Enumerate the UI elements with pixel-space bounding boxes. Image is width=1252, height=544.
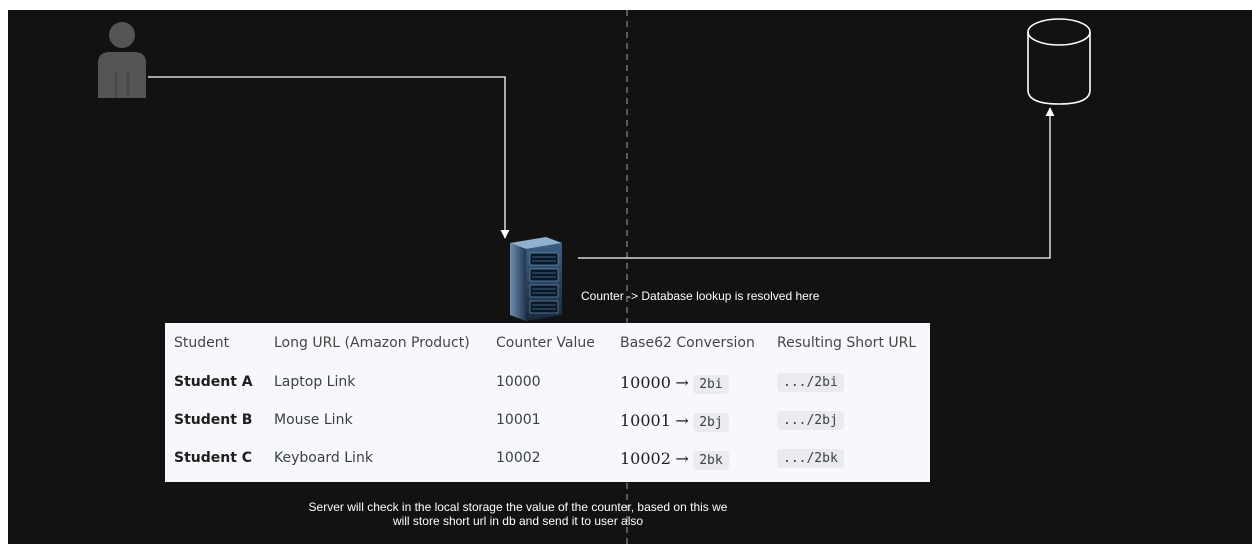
cell-student: Student C	[174, 450, 253, 466]
user-to-server-arrow	[148, 76, 510, 239]
mapping-table: Student Long URL (Amazon Product) Counte…	[165, 323, 930, 477]
cell-counter: 10000	[496, 374, 541, 390]
cell-student: Student A	[174, 374, 253, 390]
short-url-code: .../2bi	[777, 373, 844, 392]
cell-conversion: 10002 → 2bk	[620, 439, 777, 477]
cell-long-url: Keyboard Link	[274, 450, 373, 466]
table-row: Student B Mouse Link 10001 10001 → 2bj .…	[165, 401, 930, 439]
conversion-output: 2bk	[693, 450, 729, 470]
conversion-input: 10001	[620, 410, 671, 430]
diagram-canvas: Counter -> Database lookup is resolved h…	[8, 10, 1252, 544]
header-short-url: Resulting Short URL	[777, 335, 917, 351]
cell-counter: 10002	[496, 450, 541, 466]
table-row: Student C Keyboard Link 10002 10002 → 2b…	[165, 439, 930, 477]
arrow-right-icon: →	[675, 372, 689, 392]
cell-short-url: .../2bk	[777, 439, 930, 477]
user-icon	[98, 22, 146, 98]
cell-long-url: Mouse Link	[274, 412, 353, 428]
cell-short-url: .../2bj	[777, 401, 930, 439]
server-note: Counter -> Database lookup is resolved h…	[581, 289, 820, 303]
arrow-right-icon: →	[675, 410, 689, 430]
bottom-note: Server will check in the local storage t…	[308, 500, 728, 528]
header-counter-value: Counter Value	[496, 335, 595, 351]
table-row: Student A Laptop Link 10000 10000 → 2bi …	[165, 363, 930, 401]
short-url-code: .../2bj	[777, 411, 844, 430]
database-cylinder-icon	[1027, 18, 1091, 105]
header-long-url: Long URL (Amazon Product)	[274, 335, 470, 351]
cell-conversion: 10000 → 2bi	[620, 363, 777, 401]
conversion-output: 2bj	[693, 412, 729, 432]
cell-student: Student B	[174, 412, 253, 428]
cell-counter: 10001	[496, 412, 541, 428]
server-rack-icon	[510, 237, 562, 321]
short-url-code: .../2bk	[777, 449, 844, 468]
mapping-table-card: Student Long URL (Amazon Product) Counte…	[165, 323, 930, 482]
cell-short-url: .../2bi	[777, 363, 930, 401]
table-header-row: Student Long URL (Amazon Product) Counte…	[165, 323, 930, 363]
header-student: Student	[174, 335, 230, 351]
header-base62-conversion: Base62 Conversion	[620, 335, 755, 351]
arrow-right-icon: →	[675, 448, 689, 468]
cell-conversion: 10001 → 2bj	[620, 401, 777, 439]
conversion-output: 2bi	[693, 374, 729, 394]
conversion-input: 10000	[620, 372, 671, 392]
cell-long-url: Laptop Link	[274, 374, 356, 390]
conversion-input: 10002	[620, 448, 671, 468]
server-to-database-arrow	[578, 107, 1055, 259]
